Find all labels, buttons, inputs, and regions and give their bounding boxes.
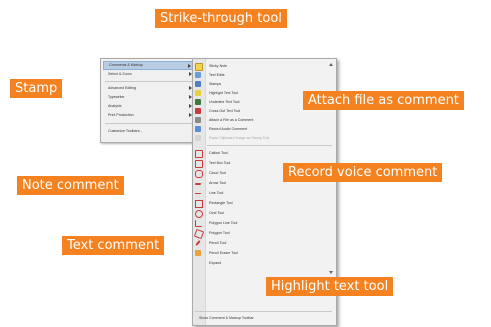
submenu-item-callout[interactable]: Callout Tool — [193, 149, 336, 158]
submenu-item-oval[interactable]: Oval Tool — [193, 209, 336, 218]
menu-separator — [105, 123, 192, 124]
submenu-item-label: Sticky Note — [209, 64, 228, 68]
paste-image-icon — [195, 135, 201, 141]
submenu-item-pencil-eraser[interactable]: Pencil Eraser Tool — [193, 249, 336, 257]
menu-item-label: Select & Zoom — [108, 72, 132, 76]
submenu-item-label: Arrow Tool — [209, 181, 226, 185]
speaker-icon — [195, 126, 201, 132]
submenu-item-label: Underline Text Tool — [209, 100, 240, 104]
menu-item-typewriter[interactable]: Typewriter — [103, 93, 194, 101]
callout-record-voice: Record voice comment — [283, 163, 443, 182]
submenu-item-label: Paste Clipboard Image as Stamp Tool — [209, 136, 270, 140]
submenu-item-label: Record Audio Comment — [209, 127, 248, 131]
chevron-right-icon — [188, 64, 191, 68]
cross-out-icon — [195, 108, 201, 114]
submenu-item-label: Highlight Text Tool — [209, 91, 239, 95]
paperclip-icon — [195, 117, 201, 123]
cloud-icon — [195, 170, 203, 178]
menu-item-label: Print Production — [108, 113, 134, 117]
submenu-item-label: Pencil Eraser Tool — [209, 251, 238, 255]
menu-item-customize-toolbars[interactable]: Customize Toolbars... — [103, 127, 194, 135]
line-icon — [195, 193, 201, 194]
submenu-item-label: Text Edits — [209, 73, 225, 77]
submenu-item-stamps[interactable]: Stamps — [193, 80, 336, 88]
submenu-item-polygon-line[interactable]: Polygon Line Tool — [193, 219, 336, 227]
submenu-item-sticky-note[interactable]: Sticky Note — [193, 62, 336, 71]
callout-highlight-text: Highlight text tool — [266, 277, 394, 296]
submenu-item-paste-image: Paste Clipboard Image as Stamp Tool — [193, 134, 336, 142]
submenu-item-label: Polygon Tool — [209, 231, 230, 235]
menu-item-label: Comments & Markup — [109, 63, 143, 67]
callout-attach-file: Attach file as comment — [303, 91, 464, 110]
callout-text-comment: Text comment — [62, 236, 165, 255]
menu-item-comments-markup[interactable]: Comments & Markup — [103, 61, 194, 70]
submenu-item-expand[interactable]: Expand — [193, 259, 336, 267]
menu-item-analysis[interactable]: Analysis — [103, 102, 194, 110]
polygon-line-icon — [195, 220, 202, 227]
menu-separator — [105, 81, 192, 82]
submenu-item-text-edits[interactable]: Text Edits — [193, 71, 336, 79]
menu-item-label: Customize Toolbars... — [108, 129, 143, 133]
submenu-item-label: Text Box Tool — [209, 161, 231, 165]
menu-item-select-zoom[interactable]: Select & Zoom — [103, 70, 194, 78]
oval-icon — [195, 210, 203, 218]
submenu-item-polygon[interactable]: Polygon Tool — [193, 228, 336, 240]
submenu-item-label: Callout Tool — [209, 151, 228, 155]
submenu-item-label: Oval Tool — [209, 211, 224, 215]
submenu-item-show-toolbar[interactable]: Show Comment & Markup Toolbar — [193, 314, 336, 322]
submenu-item-attach-file[interactable]: Attach a File as a Comment — [193, 116, 336, 124]
callout-note-comment: Note comment — [17, 176, 124, 195]
callout-icon — [195, 150, 203, 158]
menu-item-advanced-editing[interactable]: Advanced Editing — [103, 84, 194, 92]
submenu-separator — [207, 145, 332, 146]
submenu-item-label: Cloud Tool — [209, 171, 226, 175]
submenu-item-label: Expand — [209, 261, 222, 265]
submenu-item-label: Cross Out Text Tool — [209, 109, 241, 113]
tools-menu: Comments & Markup Select & Zoom Advanced… — [100, 58, 197, 143]
submenu-item-label: Attach a File as a Comment — [209, 118, 254, 122]
submenu-item-label: Show Comment & Markup Toolbar — [199, 316, 254, 320]
submenu-separator — [195, 311, 332, 312]
submenu-item-label: Polygon Line Tool — [209, 221, 238, 225]
arrow-icon — [195, 183, 201, 185]
submenu-item-label: Line Tool — [209, 191, 224, 195]
submenu-item-line[interactable]: Line Tool — [193, 189, 336, 197]
submenu-item-rectangle[interactable]: Rectangle Tool — [193, 199, 336, 208]
menu-item-print-production[interactable]: Print Production — [103, 111, 194, 119]
submenu-item-label: Stamps — [209, 82, 222, 86]
submenu-item-record-audio[interactable]: Record Audio Comment — [193, 125, 336, 133]
menu-item-label: Analysis — [108, 104, 122, 108]
submenu-item-label: Rectangle Tool — [209, 201, 233, 205]
textbox-icon — [195, 160, 203, 168]
callout-strike-through: Strike-through tool — [155, 9, 287, 28]
submenu-item-pencil[interactable]: Pencil Tool — [193, 239, 336, 247]
eraser-icon — [195, 250, 201, 256]
menu-item-label: Typewriter — [108, 95, 125, 99]
stamp-icon — [195, 81, 201, 87]
sticky-note-icon — [195, 63, 203, 71]
text-edits-icon — [195, 72, 201, 78]
pencil-icon — [195, 240, 201, 246]
submenu-item-label: Pencil Tool — [209, 241, 227, 245]
highlight-icon — [195, 90, 201, 96]
menu-item-label: Advanced Editing — [108, 86, 136, 90]
underline-icon — [195, 99, 201, 105]
rectangle-icon — [195, 200, 203, 208]
callout-stamp: Stamp — [10, 79, 63, 98]
scroll-down-icon[interactable] — [329, 271, 333, 274]
